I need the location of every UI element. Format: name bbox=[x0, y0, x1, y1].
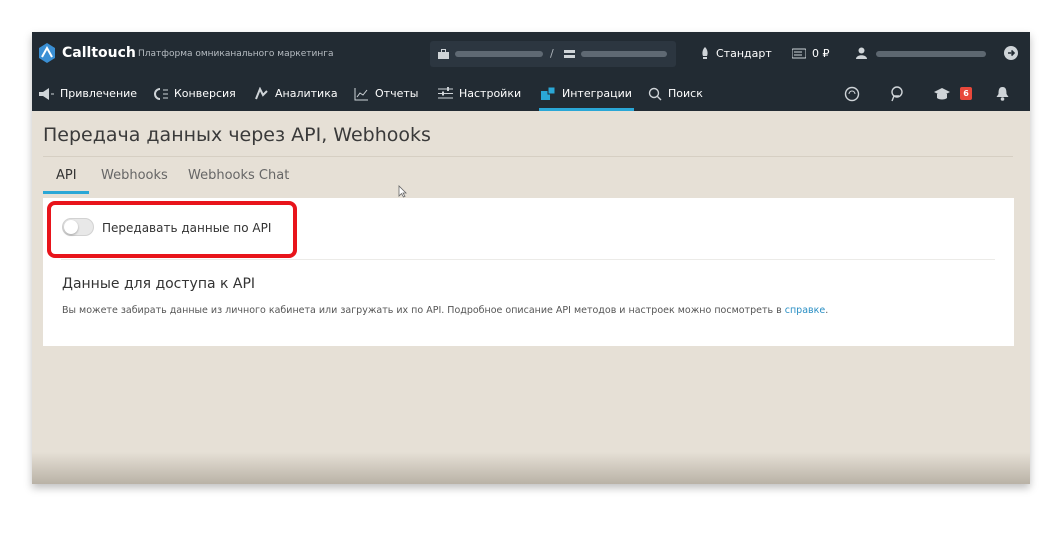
user-email-blurred[interactable] bbox=[876, 51, 986, 57]
nav-item-integrations[interactable]: Интеграции bbox=[539, 76, 634, 111]
bell-icon[interactable] bbox=[996, 86, 1009, 101]
active-tab-indicator bbox=[43, 191, 89, 194]
top-bar: Calltouch Платформа омниканального марке… bbox=[32, 32, 1030, 76]
notification-badge[interactable]: 6 bbox=[960, 87, 972, 100]
site-icon bbox=[564, 50, 575, 58]
calltouch-logo-icon bbox=[39, 43, 55, 63]
user-icon bbox=[856, 47, 867, 59]
conversion-icon bbox=[154, 87, 168, 100]
wallet-icon bbox=[792, 48, 806, 59]
tab-webhooks-chat[interactable]: Webhooks Chat bbox=[188, 168, 289, 183]
nav-label: Поиск bbox=[668, 87, 703, 100]
site-name-blurred bbox=[581, 51, 667, 57]
nav-label: Аналитика bbox=[275, 87, 338, 100]
nav-item-search[interactable]: Поиск bbox=[648, 76, 703, 111]
integrations-puzzle-icon bbox=[541, 86, 556, 100]
nav-label: Интеграции bbox=[562, 87, 632, 100]
account-separator: / bbox=[550, 47, 554, 60]
nav-label: Настройки bbox=[459, 87, 522, 100]
nav-label: Привлечение bbox=[60, 87, 138, 100]
chat-icon[interactable] bbox=[844, 86, 860, 102]
nav-item-analytics[interactable]: Аналитика bbox=[254, 76, 338, 111]
brand-name[interactable]: Calltouch bbox=[62, 45, 136, 61]
description-end: . bbox=[825, 305, 829, 316]
tab-api[interactable]: API bbox=[56, 168, 77, 183]
app-window: Calltouch Платформа омниканального марке… bbox=[32, 32, 1030, 484]
balance[interactable]: 0 ₽ bbox=[812, 47, 830, 60]
settings-sliders-icon bbox=[438, 87, 453, 99]
bottom-shadow bbox=[32, 452, 1030, 484]
description-text: Вы можете забирать данные из личного каб… bbox=[62, 305, 785, 316]
nav-item-settings[interactable]: Настройки bbox=[438, 76, 521, 111]
page-title: Передача данных через API, Webhooks bbox=[43, 124, 431, 146]
rocket-icon bbox=[702, 47, 708, 59]
education-cap-icon[interactable] bbox=[934, 88, 950, 100]
briefcase-icon bbox=[438, 49, 449, 59]
reports-chart-icon bbox=[354, 87, 368, 100]
support-icon[interactable] bbox=[890, 85, 906, 102]
search-icon bbox=[648, 87, 662, 100]
title-divider bbox=[43, 156, 1013, 157]
api-settings-panel: Передавать данные по API Данные для дост… bbox=[43, 198, 1014, 346]
nav-label: Конверсия bbox=[174, 87, 236, 100]
brand-tagline: Платформа омниканального маркетинга bbox=[138, 49, 334, 59]
nav-item-acquisition[interactable]: Привлечение bbox=[38, 76, 137, 111]
nav-item-reports[interactable]: Отчеты bbox=[354, 76, 418, 111]
help-link[interactable]: справке bbox=[785, 305, 825, 316]
nav-label: Отчеты bbox=[375, 87, 419, 100]
mouse-cursor-icon bbox=[398, 185, 407, 198]
nav-item-conversion[interactable]: Конверсия bbox=[152, 76, 236, 111]
main-navigation: Привлечение Конверсия Аналитика Отчеты Н… bbox=[32, 76, 1030, 111]
api-access-title: Данные для доступа к API bbox=[62, 276, 256, 292]
panel-divider bbox=[61, 259, 995, 260]
api-description: Вы можете забирать данные из личного каб… bbox=[62, 305, 828, 316]
analytics-icon bbox=[255, 86, 268, 99]
tariff-plan[interactable]: Стандарт bbox=[716, 47, 772, 60]
account-name-blurred bbox=[455, 51, 543, 57]
logout-icon[interactable] bbox=[1004, 46, 1018, 60]
account-selector[interactable]: / bbox=[430, 41, 676, 67]
red-highlight-box bbox=[47, 201, 297, 258]
megaphone-icon bbox=[39, 87, 54, 100]
tab-webhooks[interactable]: Webhooks bbox=[101, 168, 168, 183]
